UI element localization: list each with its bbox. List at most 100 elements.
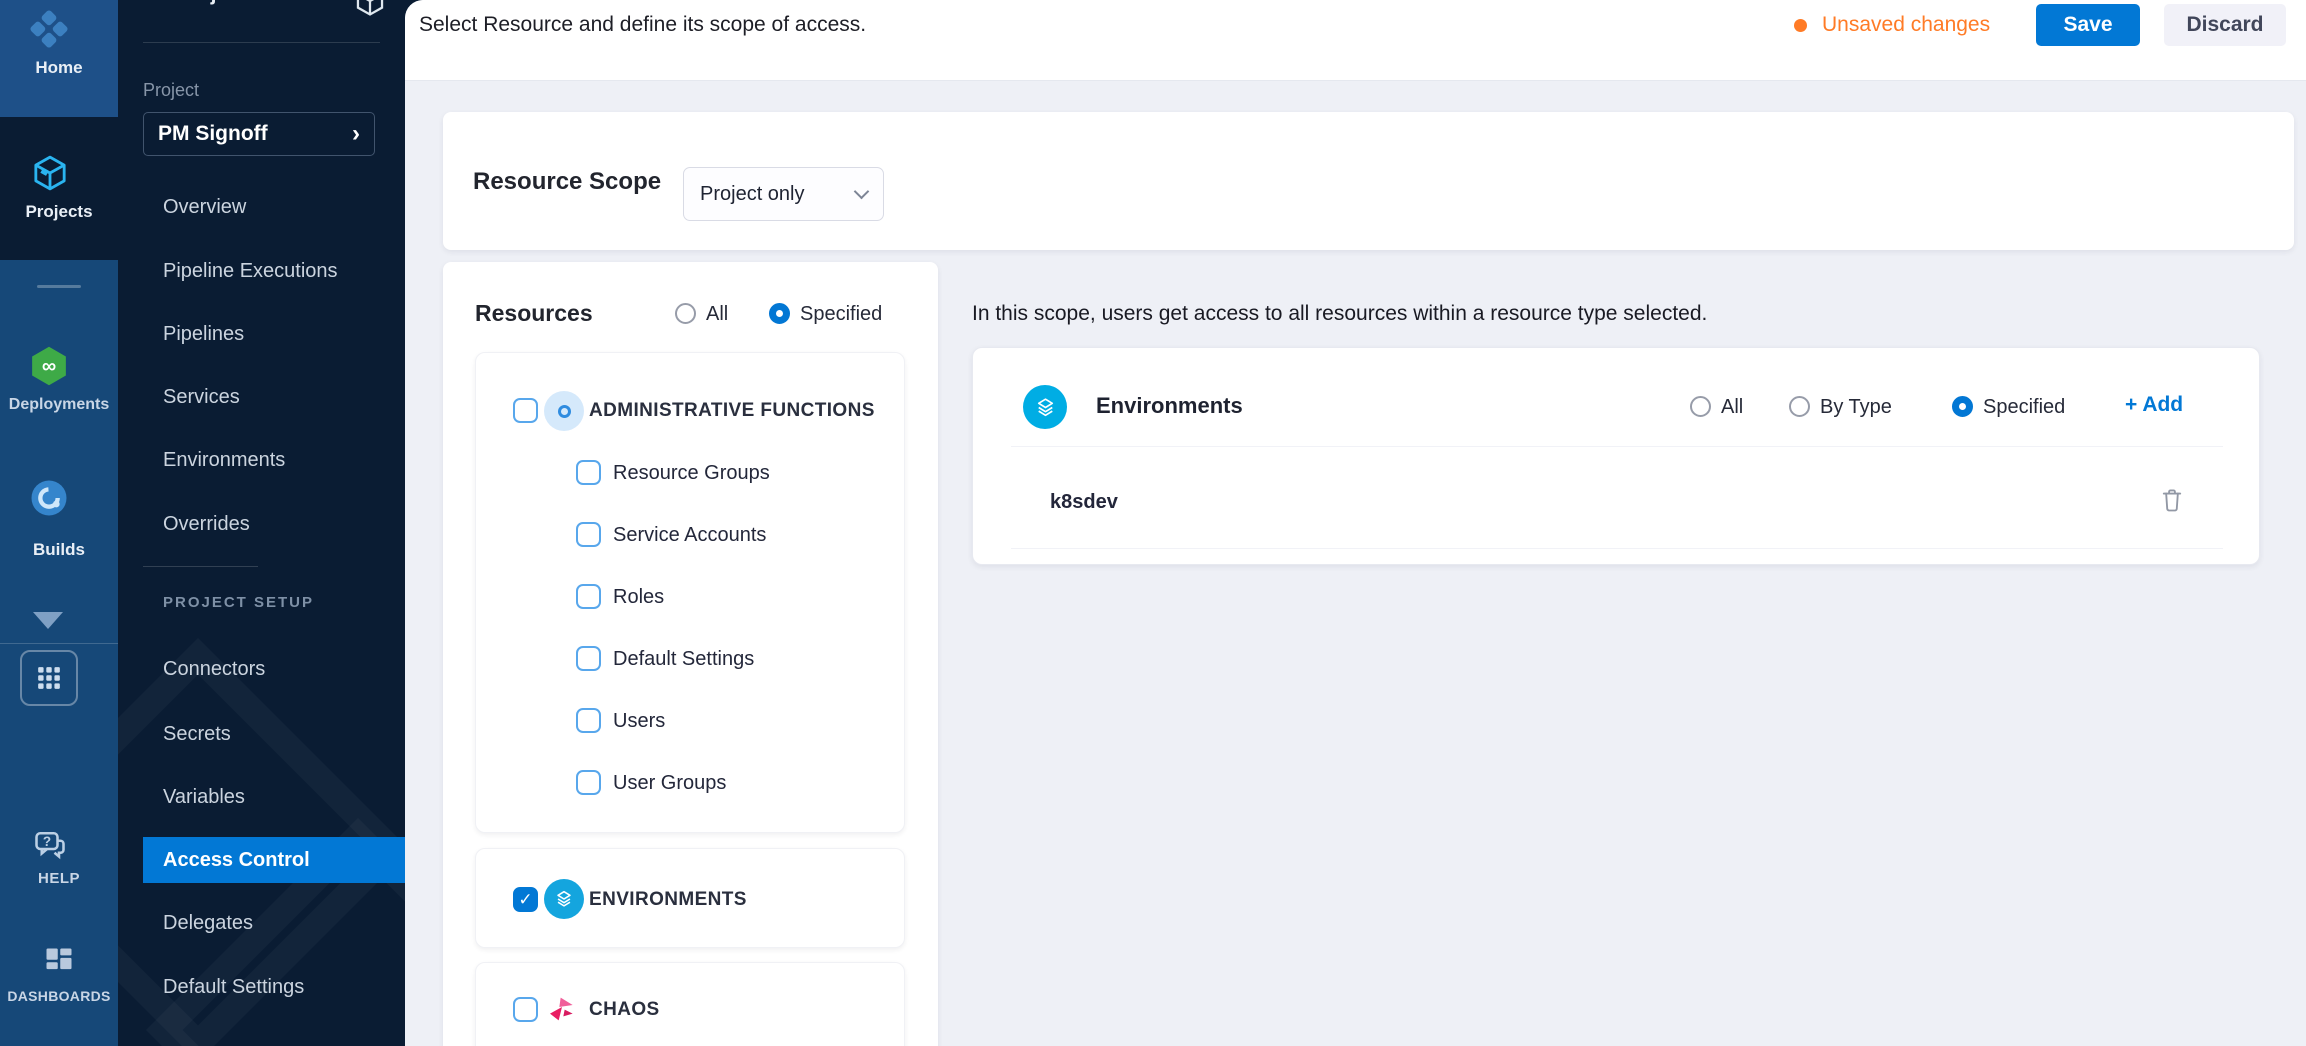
sidebar-item-connectors[interactable]: Connectors xyxy=(118,646,405,692)
checkbox-label[interactable]: Roles xyxy=(613,586,664,609)
sidebar-item-access-control[interactable]: Access Control xyxy=(143,837,405,883)
card-title: Environments xyxy=(1096,393,1243,419)
env-radio-all[interactable] xyxy=(1690,396,1711,417)
svg-text:?: ? xyxy=(43,834,51,849)
chevron-down-icon[interactable] xyxy=(33,612,63,629)
projects-icon xyxy=(30,153,70,193)
chevron-right-icon: › xyxy=(352,122,360,146)
environments-icon xyxy=(1023,385,1067,429)
project-selector[interactable]: PM Signoff › xyxy=(143,112,375,156)
resource-group-chaos: CHAOS xyxy=(475,962,905,1046)
env-radio-by-type[interactable] xyxy=(1789,396,1810,417)
rail-item-label: Deployments xyxy=(0,396,118,414)
deployments-icon: ∞ xyxy=(27,344,71,388)
scope-info-text: In this scope, users get access to all r… xyxy=(972,302,1707,326)
unsaved-changes-label: Unsaved changes xyxy=(1822,13,1990,37)
service-accounts-checkbox[interactable] xyxy=(576,522,601,547)
radio-label[interactable]: Specified xyxy=(800,303,882,326)
page-subtitle: Select Resource and define its scope of … xyxy=(419,13,866,37)
builds-icon xyxy=(29,478,69,518)
project-label: Project xyxy=(143,80,199,101)
rail-section-divider xyxy=(0,643,118,644)
harness-app: Home Projects ∞ Deployments xyxy=(0,0,2306,1046)
resource-scope-dropdown[interactable]: Project only xyxy=(683,167,884,221)
checkbox-label[interactable]: Users xyxy=(613,710,665,733)
sidebar-item-environments[interactable]: Environments xyxy=(118,437,405,483)
user-groups-checkbox[interactable] xyxy=(576,770,601,795)
sidebar-divider xyxy=(143,566,258,567)
rail-item-label: Projects xyxy=(0,202,118,222)
radio-label[interactable]: By Type xyxy=(1820,396,1892,419)
environments-checkbox[interactable]: ✓ xyxy=(513,887,538,912)
sidebar-item-default-settings[interactable]: Default Settings xyxy=(118,964,405,1010)
rail-item-label: DASHBOARDS xyxy=(0,988,118,1004)
checkbox-label[interactable]: Service Accounts xyxy=(613,524,766,547)
sidebar-item-variables[interactable]: Variables xyxy=(118,774,405,820)
sidebar-item-secrets[interactable]: Secrets xyxy=(118,711,405,757)
checkbox-label[interactable]: Resource Groups xyxy=(613,462,770,485)
rail-item-home[interactable]: Home xyxy=(0,0,118,117)
grid-icon xyxy=(36,665,62,691)
rail-item-label: Home xyxy=(0,58,118,78)
module-rail: Home Projects ∞ Deployments xyxy=(0,0,118,1046)
admin-functions-icon xyxy=(544,391,584,431)
resource-group-label[interactable]: ADMINISTRATIVE FUNCTIONS xyxy=(589,400,875,422)
resources-title: Resources xyxy=(475,300,593,327)
svg-text:∞: ∞ xyxy=(42,356,56,378)
rail-item-help[interactable]: ? HELP xyxy=(0,828,118,908)
roles-checkbox[interactable] xyxy=(576,584,601,609)
rail-item-dashboards[interactable]: DASHBOARDS xyxy=(0,946,118,1026)
resource-scope-label: Resource Scope xyxy=(473,168,661,196)
chevron-down-icon xyxy=(854,184,870,200)
project-sidebar: All Projects Project PM Signoff › Overvi… xyxy=(118,0,405,1046)
chaos-icon xyxy=(546,993,578,1030)
topbar: Select Resource and define its scope of … xyxy=(405,0,2306,81)
sidebar-item-pipelines[interactable]: Pipelines xyxy=(118,311,405,357)
checkbox-label[interactable]: Default Settings xyxy=(613,648,754,671)
project-name: PM Signoff xyxy=(158,122,352,146)
cube-icon[interactable] xyxy=(353,0,387,18)
sidebar-item-pipeline-executions[interactable]: Pipeline Executions xyxy=(118,248,405,294)
resources-radio-specified[interactable] xyxy=(769,303,790,324)
sidebar-header-title[interactable]: All Projects xyxy=(143,0,259,6)
resource-groups-checkbox[interactable] xyxy=(576,460,601,485)
resources-radio-all[interactable] xyxy=(675,303,696,324)
trash-icon xyxy=(2158,486,2186,514)
sidebar-item-templates[interactable]: Templates xyxy=(118,1032,405,1046)
rail-item-label: Builds xyxy=(0,540,118,560)
sidebar-item-delegates[interactable]: Delegates xyxy=(118,900,405,946)
sidebar-item-overview[interactable]: Overview xyxy=(118,184,405,230)
admin-functions-checkbox[interactable] xyxy=(513,398,538,423)
rail-item-builds[interactable]: Builds xyxy=(0,476,118,576)
card-divider xyxy=(1011,446,2223,447)
add-resource-button[interactable]: + Add xyxy=(2125,393,2183,417)
home-icon xyxy=(28,8,70,50)
rail-item-label: HELP xyxy=(0,870,118,887)
default-settings-checkbox[interactable] xyxy=(576,646,601,671)
save-button[interactable]: Save xyxy=(2036,4,2140,46)
users-checkbox[interactable] xyxy=(576,708,601,733)
radio-label[interactable]: All xyxy=(706,303,728,326)
main-content: Select Resource and define its scope of … xyxy=(405,0,2306,1046)
sidebar-item-services[interactable]: Services xyxy=(118,374,405,420)
delete-environment-button[interactable] xyxy=(2158,486,2190,518)
sidebar-divider xyxy=(143,42,380,43)
resource-group-label[interactable]: ENVIRONMENTS xyxy=(589,889,747,911)
dashboards-icon xyxy=(44,946,74,976)
env-radio-specified[interactable] xyxy=(1952,396,1973,417)
resource-scope-card: Resource Scope Project only xyxy=(443,112,2294,250)
resource-group-label[interactable]: CHAOS xyxy=(589,999,660,1021)
row-divider xyxy=(1011,548,2223,549)
radio-label[interactable]: All xyxy=(1721,396,1743,419)
chaos-checkbox[interactable] xyxy=(513,997,538,1022)
project-setup-section-label: PROJECT SETUP xyxy=(163,594,314,611)
module-grid-button[interactable] xyxy=(20,650,78,706)
resource-scope-value: Project only xyxy=(700,183,856,206)
rail-item-deployments[interactable]: ∞ Deployments xyxy=(0,340,118,440)
radio-label[interactable]: Specified xyxy=(1983,396,2065,419)
discard-button[interactable]: Discard xyxy=(2164,4,2286,46)
rail-item-projects[interactable]: Projects xyxy=(0,117,118,260)
checkbox-label[interactable]: User Groups xyxy=(613,772,726,795)
sidebar-item-overrides[interactable]: Overrides xyxy=(118,501,405,547)
unsaved-dot-icon xyxy=(1794,19,1807,32)
